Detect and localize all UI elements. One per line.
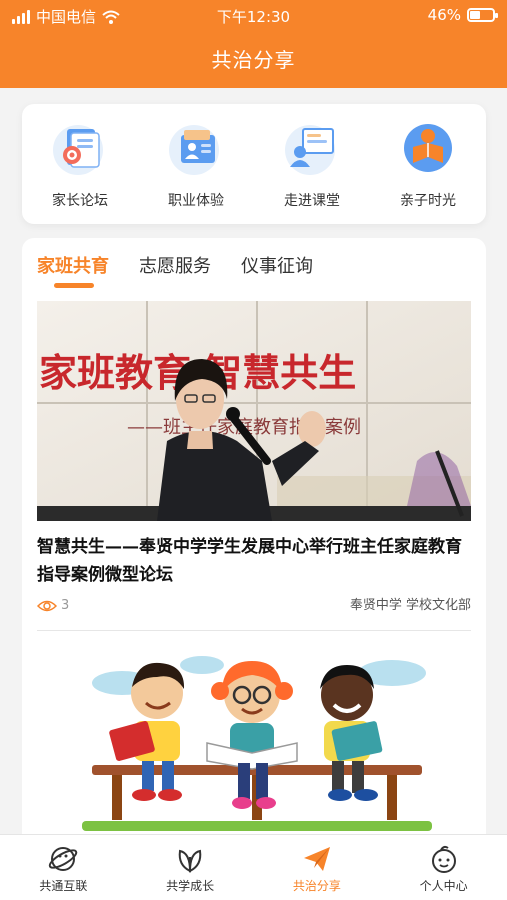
- tabbar-label: 共学成长: [166, 879, 215, 893]
- family-time-icon: [398, 118, 458, 178]
- article-image[interactable]: 家班教育 智慧共生 ——班主任家庭教育指导案例: [37, 301, 471, 521]
- quick-item-career-experience[interactable]: 职业体验: [146, 118, 246, 210]
- battery-percent: 46%: [427, 6, 461, 24]
- status-right: 46%: [427, 6, 498, 24]
- divider: [37, 630, 471, 631]
- tab-label: 仪事征询: [241, 256, 313, 277]
- battery-level: [470, 11, 481, 19]
- quick-label: 家长论坛: [52, 193, 108, 209]
- quick-menu: 家长论坛 职业体验 走进课堂 亲子时光: [22, 104, 486, 224]
- quick-item-parent-forum[interactable]: 家长论坛: [30, 118, 130, 210]
- news-card: 家班共育 志愿服务 仪事征询 家班教育 智慧共生 ——班主任家庭教: [22, 238, 486, 838]
- quick-label: 职业体验: [168, 193, 224, 209]
- parent-forum-icon: [50, 118, 110, 178]
- tabbar-item-learn[interactable]: 共学成长: [135, 835, 245, 900]
- tabbar-item-connect[interactable]: 共通互联: [8, 835, 118, 900]
- tab-label: 家班共育: [37, 256, 109, 277]
- quick-item-classroom[interactable]: 走进课堂: [262, 118, 362, 210]
- category-tabs: 家班共育 志愿服务 仪事征询: [37, 252, 313, 288]
- quick-label: 亲子时光: [400, 193, 456, 209]
- quick-label: 走进课堂: [284, 193, 340, 209]
- classroom-icon: [282, 118, 342, 178]
- article-source: 奉贤中学 学校文化部: [349, 598, 471, 613]
- active-tab-indicator: [54, 283, 94, 288]
- battery-icon: [467, 8, 498, 22]
- tabbar-label: 共治分享: [292, 879, 341, 893]
- view-count: 3: [37, 598, 69, 613]
- view-count-value: 3: [61, 598, 70, 613]
- tab-label: 志愿服务: [139, 256, 211, 277]
- article-title[interactable]: 智慧共生——奉贤中学学生发展中心举行班主任家庭教育指导案例微型论坛: [37, 533, 477, 589]
- header: 中国电信 下午12:30 46% 共治分享: [0, 0, 507, 88]
- quick-item-family-time[interactable]: 亲子时光: [378, 118, 478, 210]
- tabbar-label: 共通互联: [39, 879, 88, 893]
- paper-plane-icon: [303, 847, 330, 871]
- tabbar-item-profile[interactable]: 个人中心: [389, 835, 499, 900]
- person-face-icon: [431, 845, 456, 873]
- tab-volunteer[interactable]: 志愿服务: [139, 252, 211, 288]
- tabbar-item-share[interactable]: 共治分享: [262, 835, 372, 900]
- tab-consultation[interactable]: 仪事征询: [241, 252, 313, 288]
- article-image-kids-reading[interactable]: [82, 643, 432, 838]
- bottom-tabbar: 共通互联 共学成长 共治分享 个人中心: [0, 834, 507, 900]
- status-bar: 中国电信 下午12:30 46%: [0, 0, 507, 30]
- tab-home-school[interactable]: 家班共育: [37, 252, 109, 288]
- career-experience-icon: [166, 118, 226, 178]
- eye-icon: [37, 600, 57, 611]
- planet-icon: [49, 847, 78, 871]
- tabbar-label: 个人中心: [419, 879, 468, 893]
- leaf-icon: [178, 849, 202, 873]
- page-title: 共治分享: [211, 48, 296, 72]
